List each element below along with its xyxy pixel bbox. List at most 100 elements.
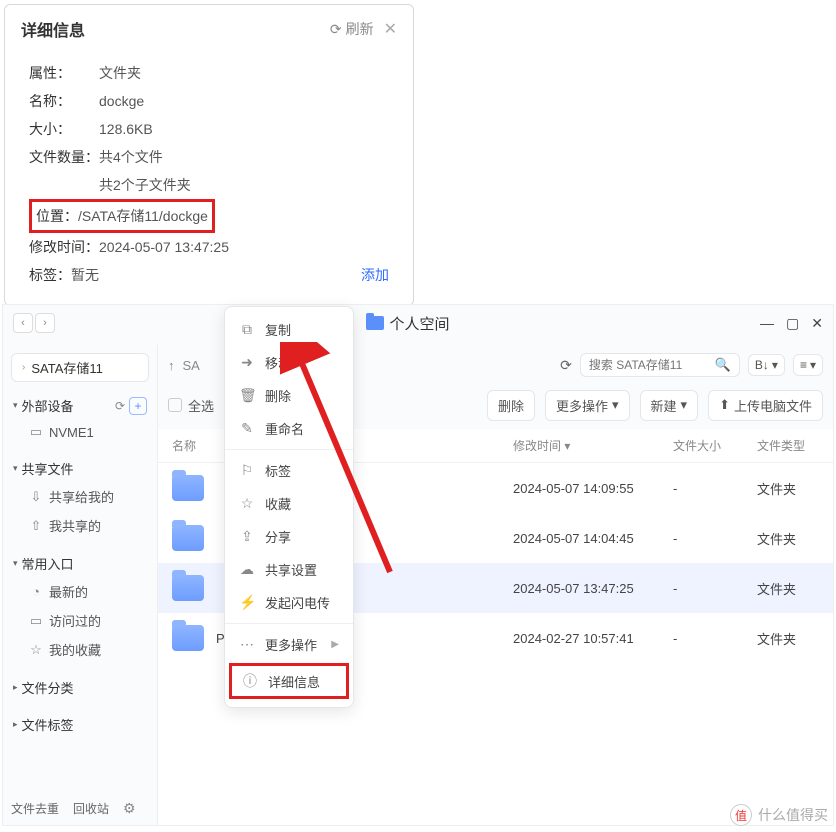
row-size: - <box>673 631 757 646</box>
col-type[interactable]: 文件类型 <box>757 437 819 454</box>
ctx-delete[interactable]: 🗑删除 <box>225 379 353 412</box>
trash-link[interactable]: 回收站 <box>73 800 109 817</box>
sb-entry[interactable]: 常用入口 <box>22 554 74 573</box>
chevron-down-icon[interactable]: ▾ <box>13 558 18 569</box>
ctx-move[interactable]: ➜移动 <box>225 346 353 379</box>
sidebar-item-shared-to-me[interactable]: ⇩共享给我的 <box>11 482 149 511</box>
dedupe-link[interactable]: 文件去重 <box>11 800 59 817</box>
sb-cat[interactable]: 文件分类 <box>22 678 74 697</box>
settings-icon: ☁ <box>239 561 255 578</box>
up-button[interactable]: ↑ <box>168 358 175 373</box>
location-highlight: 位置：/SATA存储11/dockge <box>29 199 215 233</box>
sidebar-item-recent[interactable]: ◔最新的 <box>11 577 149 606</box>
row-time: 2024-05-07 13:47:25 <box>513 581 673 596</box>
count-label: 文件数量： <box>29 143 99 171</box>
chevron-down-icon[interactable]: ▾ <box>13 400 18 411</box>
share-icon: ⇪ <box>239 528 255 545</box>
path-chip[interactable]: › SATA存储11 <box>11 353 149 382</box>
copy-icon: ⧉ <box>239 321 255 338</box>
loc-value: /SATA存储11/dockge <box>78 208 208 224</box>
upload-button[interactable]: ⬆上传电脑文件 <box>708 390 823 421</box>
nav-forward-button[interactable]: › <box>35 313 55 333</box>
reload-button[interactable]: ⟳ <box>560 357 572 374</box>
refresh-label: 刷新 <box>346 19 374 39</box>
search-icon[interactable]: 🔍 <box>715 357 731 373</box>
new-button[interactable]: 新建▾ <box>640 390 699 421</box>
view-button[interactable]: ≡▾ <box>793 354 823 376</box>
ctx-copy[interactable]: ⧉复制 <box>225 313 353 346</box>
upload-icon: ⬆ <box>719 397 730 413</box>
loc-label: 位置： <box>36 208 78 224</box>
count-files: 共4个文件 <box>99 143 163 171</box>
col-size[interactable]: 文件大小 <box>673 437 757 454</box>
add-tag-link[interactable]: 添加 <box>361 261 389 289</box>
sb-ext[interactable]: 外部设备 <box>22 396 74 415</box>
folder-icon <box>172 475 204 501</box>
delete-button[interactable]: 删除 <box>487 390 535 421</box>
folder-icon <box>366 316 384 330</box>
chevron-right-icon[interactable]: ▸ <box>13 719 18 730</box>
refresh-button[interactable]: ⟳ 刷新 <box>330 19 374 39</box>
row-type: 文件夹 <box>757 579 819 598</box>
file-manager-window: ‹ › 个人空间 ― ▢ ✕ › SATA存储11 ▾外部设备 ⟳+ ▭NVME… <box>2 304 834 826</box>
ctx-shareset[interactable]: ☁共享设置 <box>225 553 353 586</box>
sidebar: › SATA存储11 ▾外部设备 ⟳+ ▭NVME1 ▾共享文件 ⇩共享给我的 … <box>3 345 158 825</box>
drive-icon: ▭ <box>29 424 43 440</box>
star-icon: ☆ <box>29 642 43 658</box>
tag-label: 标签： <box>29 267 71 283</box>
bookmark-icon: ⚐ <box>239 462 255 479</box>
search-input[interactable] <box>589 358 709 372</box>
watermark: 值 什么值得买 <box>730 804 828 826</box>
folder-icon <box>172 575 204 601</box>
ctx-flash[interactable]: ⚡发起闪电传 <box>225 586 353 619</box>
ctx-share[interactable]: ⇪分享 <box>225 520 353 553</box>
trash-icon: 🗑 <box>239 387 255 404</box>
ctx-fav[interactable]: ☆收藏 <box>225 487 353 520</box>
row-time: 2024-02-27 10:57:41 <box>513 631 673 646</box>
context-menu: ⧉复制 ➜移动 🗑删除 ✎重命名 ⚐标签 ☆收藏 ⇪分享 ☁共享设置 ⚡发起闪电… <box>224 306 354 708</box>
col-time[interactable]: 修改时间 ▾ <box>513 437 673 454</box>
sb-tag[interactable]: 文件标签 <box>22 715 74 734</box>
search-box[interactable]: 🔍 <box>580 353 740 377</box>
add-device-button[interactable]: + <box>129 397 147 415</box>
close-window-icon[interactable]: ✕ <box>811 315 823 332</box>
sidebar-item-favorites[interactable]: ☆我的收藏 <box>11 635 149 664</box>
folder-icon <box>172 525 204 551</box>
watermark-badge-icon: 值 <box>730 804 752 826</box>
folder-icon <box>172 625 204 651</box>
ctx-detail[interactable]: ⓘ详细信息 <box>229 663 349 699</box>
sort-button[interactable]: B↓▾ <box>748 354 785 376</box>
ctx-rename[interactable]: ✎重命名 <box>225 412 353 445</box>
close-icon[interactable]: ✕ <box>384 19 397 39</box>
checkbox-icon[interactable] <box>168 398 182 412</box>
refresh-small-icon[interactable]: ⟳ <box>115 399 125 413</box>
nav-back-button[interactable]: ‹ <box>13 313 33 333</box>
mtime-label: 修改时间： <box>29 233 99 261</box>
sb-share[interactable]: 共享文件 <box>22 459 74 478</box>
row-time: 2024-05-07 14:04:45 <box>513 531 673 546</box>
user-icon: ⇩ <box>29 489 43 505</box>
chevron-down-icon: ▾ <box>810 358 816 372</box>
ctx-tag[interactable]: ⚐标签 <box>225 454 353 487</box>
more-actions-button[interactable]: 更多操作▾ <box>545 390 630 421</box>
attr-value: 文件夹 <box>99 59 141 87</box>
chevron-down-icon[interactable]: ▾ <box>13 463 18 474</box>
sidebar-item-nvme1[interactable]: ▭NVME1 <box>11 419 149 445</box>
details-dialog: 详细信息 ⟳ 刷新 ✕ 属性：文件夹 名称：dockge 大小：128.6KB … <box>4 4 414 306</box>
info-icon: ⓘ <box>242 671 258 691</box>
sidebar-item-visited[interactable]: ▭访问过的 <box>11 606 149 635</box>
select-all[interactable]: 全选 <box>168 396 214 415</box>
path-label: SATA存储11 <box>31 358 103 377</box>
row-type: 文件夹 <box>757 479 819 498</box>
user-icon: ⇧ <box>29 518 43 534</box>
chevron-right-icon[interactable]: ▸ <box>13 682 18 693</box>
name-value: dockge <box>99 87 144 115</box>
gear-icon[interactable]: ⚙ <box>123 800 136 817</box>
watermark-text: 什么值得买 <box>758 805 828 825</box>
sidebar-item-my-shared[interactable]: ⇧我共享的 <box>11 511 149 540</box>
size-label: 大小： <box>29 115 99 143</box>
row-size: - <box>673 531 757 546</box>
maximize-icon[interactable]: ▢ <box>786 315 799 332</box>
minimize-icon[interactable]: ― <box>760 315 774 332</box>
ctx-more[interactable]: ⋯更多操作▶ <box>225 628 353 661</box>
